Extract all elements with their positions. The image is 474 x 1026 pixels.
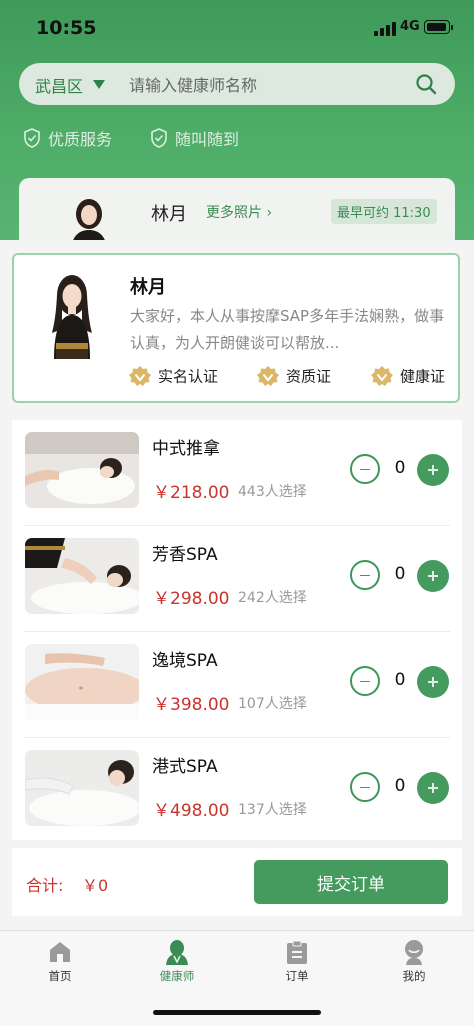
total-amount: ￥0 [82,876,109,895]
search-input[interactable] [127,71,401,99]
more-photos-link[interactable]: 更多照片 › [206,202,272,222]
home-icon [50,942,70,962]
tab-label: 健康师 [159,969,195,983]
battery-icon [424,20,453,34]
decrease-button[interactable] [350,666,380,696]
tab-home[interactable]: 首页 [20,939,100,984]
tab-label: 我的 [402,969,426,983]
shield-check-icon [24,128,40,148]
service-title: 逸境SPA [152,651,218,671]
medal-icon [257,366,279,386]
badge-qualification: 资质证 [256,365,331,387]
increase-button[interactable] [417,560,449,592]
service-sold-count: 242人选择 [238,590,307,606]
service-price: ￥498.00 [153,801,230,821]
service-price: ￥398.00 [153,695,230,715]
service-image [25,538,139,614]
service-item[interactable]: 芳香SPA ￥298.00 242人选择 0 [12,526,462,632]
therapist-name: 林月 [130,277,166,298]
service-price: ￥298.00 [153,589,230,609]
increase-button[interactable] [417,666,449,698]
quantity-value: 0 [394,776,406,796]
service-title: 芳香SPA [152,545,218,565]
service-title: 中式推拿 [152,439,220,459]
decrease-button[interactable] [350,560,380,590]
region-selector[interactable]: 武昌区 [35,73,83,97]
service-image [25,644,139,720]
search-icon[interactable] [415,73,437,95]
tab-label: 订单 [285,969,309,983]
medal-icon [129,366,151,386]
quantity-value: 0 [394,670,406,690]
service-item[interactable]: 港式SPA ￥498.00 137人选择 0 [12,738,462,844]
feature-quality: 优质服务 [22,126,112,150]
badge-real-name: 实名认证 [128,365,218,387]
therapist-profile-card: 林月 大家好，本人从事按摩SAP多年手法娴熟，做事认真，为人开朗健谈可以帮放..… [12,253,460,403]
home-indicator [153,1010,321,1015]
search-bar: 武昌区 [19,63,455,105]
signal-icon [374,22,396,36]
feature-on-call: 随叫随到 [149,126,239,150]
service-list: 中式推拿 ￥218.00 443人选择 0 芳香SPA ￥298.00 242人… [12,420,462,840]
network-label: 4G [400,19,420,34]
service-sold-count: 137人选择 [238,802,307,818]
therapist-photo [52,275,92,359]
earliest-time-badge: 最早可约 11:30 [331,199,437,224]
shield-check-icon [151,128,167,148]
tab-orders[interactable]: 订单 [257,939,337,984]
quantity-value: 0 [394,564,406,584]
therapist-name: 林月 [151,204,187,225]
submit-order-button[interactable]: 提交订单 [254,860,448,904]
total-label: 合计: [26,876,64,895]
order-icon [287,940,307,964]
tab-therapist[interactable]: 健康师 [137,939,217,984]
decrease-button[interactable] [350,772,380,802]
service-price: ￥218.00 [153,483,230,503]
therapist-icon [166,940,188,965]
order-summary-bar: 合计: ￥0 提交订单 [12,848,462,916]
therapist-summary-card[interactable]: 林月 更多照片 › 最早可约 11:30 [19,178,455,248]
badge-health: 健康证 [370,365,445,387]
dropdown-triangle-icon[interactable] [93,80,105,89]
feature-label: 随叫随到 [175,130,240,149]
medal-icon [371,366,393,386]
feature-label: 优质服务 [48,130,113,149]
service-item[interactable]: 中式推拿 ￥218.00 443人选择 0 [12,420,462,526]
service-image [25,432,139,508]
profile-icon [405,940,423,965]
service-title: 港式SPA [152,757,218,777]
service-image [25,750,139,826]
tab-label: 首页 [48,969,72,983]
status-time: 10:55 [36,17,97,39]
certificate-badges: 实名认证 资质证 健康证 [128,365,458,391]
quantity-value: 0 [394,458,406,478]
decrease-button[interactable] [350,454,380,484]
therapist-bio: 大家好，本人从事按摩SAP多年手法娴熟，做事认真，为人开朗健谈可以帮放... [130,307,445,352]
tab-mine[interactable]: 我的 [374,939,454,984]
service-item[interactable]: 逸境SPA ￥398.00 107人选择 0 [12,632,462,738]
increase-button[interactable] [417,454,449,486]
status-bar: 10:55 4G [0,0,474,56]
service-sold-count: 107人选择 [238,696,307,712]
increase-button[interactable] [417,772,449,804]
service-sold-count: 443人选择 [238,484,307,500]
